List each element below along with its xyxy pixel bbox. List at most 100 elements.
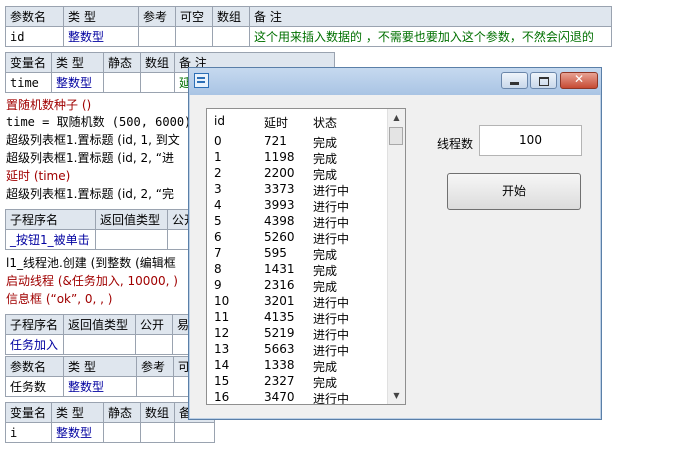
header-cell: 参数名 <box>5 356 64 377</box>
task-status: 进行中 <box>313 392 350 405</box>
task-id: 10 <box>214 294 230 308</box>
close-button[interactable] <box>560 72 598 89</box>
task-id: 12 <box>214 326 230 340</box>
param-array[interactable] <box>212 26 250 47</box>
list-item[interactable]: 6 5260 进行中 <box>207 230 389 246</box>
task-delay: 2200 <box>264 166 295 180</box>
thread-count-input[interactable]: 100 <box>479 125 582 156</box>
list-item[interactable]: 12 5219 进行中 <box>207 326 389 342</box>
sub-return-type[interactable] <box>63 334 136 355</box>
var-remark[interactable] <box>174 422 215 443</box>
minimize-button[interactable] <box>501 72 528 89</box>
sub-table-2: 子程序名 返回值类型 公开 易 任务加入 <box>5 314 194 355</box>
var-array[interactable] <box>140 422 175 443</box>
code-line[interactable]: 超级列表框1.置标题 (id, 2, “进 <box>6 149 174 166</box>
header-cell: 变量名 <box>5 52 52 73</box>
code-line[interactable]: 超级列表框1.置标题 (id, 1, 到文 <box>6 131 180 148</box>
start-button[interactable]: 开始 <box>447 173 581 210</box>
var-static[interactable] <box>103 72 141 93</box>
task-id: 5 <box>214 214 222 228</box>
list-item[interactable]: 2 2200 完成 <box>207 166 389 182</box>
var-name[interactable]: i <box>5 422 52 443</box>
task-status: 完成 <box>313 280 338 294</box>
task-delay: 3373 <box>264 182 295 196</box>
task-id: 11 <box>214 310 230 324</box>
list-item[interactable]: 4 3993 进行中 <box>207 198 389 214</box>
var-name[interactable]: time <box>5 72 52 93</box>
header-cell: 参考 <box>136 356 174 377</box>
task-status: 进行中 <box>313 296 350 310</box>
title-bar[interactable] <box>189 68 601 95</box>
var-array[interactable] <box>140 72 175 93</box>
task-delay: 1338 <box>264 358 295 372</box>
param-ref[interactable] <box>136 376 174 397</box>
list-item[interactable]: 5 4398 进行中 <box>207 214 389 230</box>
task-delay: 5260 <box>264 230 295 244</box>
param-remark[interactable]: 这个用来插入数据的 ，不需要也要加入这个参数，不然会闪退的 <box>249 26 612 47</box>
list-item[interactable]: 14 1338 完成 <box>207 358 389 374</box>
list-item[interactable]: 16 3470 进行中 <box>207 390 389 405</box>
sub-public[interactable] <box>135 334 173 355</box>
var-static[interactable] <box>103 422 141 443</box>
code-line[interactable]: 置随机数种子 () <box>6 96 91 113</box>
scroll-up-icon[interactable]: ▲ <box>388 109 405 126</box>
sub-name[interactable]: 任务加入 <box>5 334 64 355</box>
task-delay: 1431 <box>264 262 295 276</box>
task-delay: 3470 <box>264 390 295 404</box>
param-ref[interactable] <box>138 26 176 47</box>
task-status: 进行中 <box>313 344 350 358</box>
var-type[interactable]: 整数型 <box>51 422 104 443</box>
param-type[interactable]: 整数型 <box>63 376 137 397</box>
sub-name[interactable]: _按钮1_被单击 <box>5 229 96 250</box>
list-item[interactable]: 1 1198 完成 <box>207 150 389 166</box>
list-item[interactable]: 9 2316 完成 <box>207 278 389 294</box>
code-line[interactable]: 超级列表框1.置标题 (id, 2, “完 <box>6 185 174 202</box>
code-line[interactable]: 信息框 (“ok”, 0, , ) <box>6 290 112 307</box>
task-list[interactable]: id 延时 状态 0 721 完成 1 1198 完成 2 2200 完成 3 3373 进行中 4 39… <box>206 108 406 405</box>
task-delay: 595 <box>264 246 287 260</box>
code-line[interactable]: 延时 (time) <box>6 167 70 184</box>
param-name[interactable]: 任务数 <box>5 376 64 397</box>
scroll-down-icon[interactable]: ▼ <box>388 387 405 404</box>
list-item[interactable]: 11 4135 进行中 <box>207 310 389 326</box>
task-id: 13 <box>214 342 230 356</box>
code-line[interactable]: time = 取随机数 (500, 6000) <box>6 113 191 130</box>
task-delay: 721 <box>264 134 287 148</box>
column-header-id[interactable]: id <box>214 114 225 128</box>
param-type[interactable]: 整数型 <box>63 26 139 47</box>
list-item[interactable]: 13 5663 进行中 <box>207 342 389 358</box>
list-scrollbar[interactable]: ▲ ▼ <box>387 109 405 404</box>
param-nullable[interactable] <box>175 26 213 47</box>
column-header-status[interactable]: 状态 <box>313 114 337 131</box>
param-table-1: 参数名 类 型 参考 可空 数组 备 注 id 整数型 这个用来插入数据的 ，不… <box>5 6 612 47</box>
column-header-delay[interactable]: 延时 <box>264 114 288 131</box>
header-cell: 静态 <box>103 52 141 73</box>
task-status: 进行中 <box>313 200 350 214</box>
code-line[interactable]: l1_线程池.创建 (到整数 (编辑框 <box>6 254 176 271</box>
header-cell: 静态 <box>103 402 141 423</box>
task-delay: 4135 <box>264 310 295 324</box>
header-cell: 类 型 <box>51 52 104 73</box>
var-type[interactable]: 整数型 <box>51 72 104 93</box>
list-item[interactable]: 10 3201 进行中 <box>207 294 389 310</box>
app-icon[interactable] <box>194 73 209 88</box>
scroll-thumb[interactable] <box>389 127 403 145</box>
task-delay: 3201 <box>264 294 295 308</box>
task-delay: 2316 <box>264 278 295 292</box>
list-item[interactable]: 3 3373 进行中 <box>207 182 389 198</box>
param-name[interactable]: id <box>5 26 64 47</box>
header-cell: 类 型 <box>63 6 139 27</box>
task-status: 进行中 <box>313 184 350 198</box>
list-item[interactable]: 15 2327 完成 <box>207 374 389 390</box>
task-status: 完成 <box>313 136 338 150</box>
list-item[interactable]: 0 721 完成 <box>207 134 389 150</box>
list-item[interactable]: 8 1431 完成 <box>207 262 389 278</box>
task-id: 4 <box>214 198 222 212</box>
header-cell: 数组 <box>140 52 175 73</box>
code-line[interactable]: 启动线程 (&任务加入, 10000, ) <box>6 272 178 289</box>
list-item[interactable]: 7 595 完成 <box>207 246 389 262</box>
header-cell: 公开 <box>135 314 173 335</box>
thread-pool-window: id 延时 状态 0721完成11198完成22200完成33373进行中439… <box>188 67 602 420</box>
sub-return-type[interactable] <box>95 229 168 250</box>
maximize-button[interactable] <box>530 72 557 89</box>
